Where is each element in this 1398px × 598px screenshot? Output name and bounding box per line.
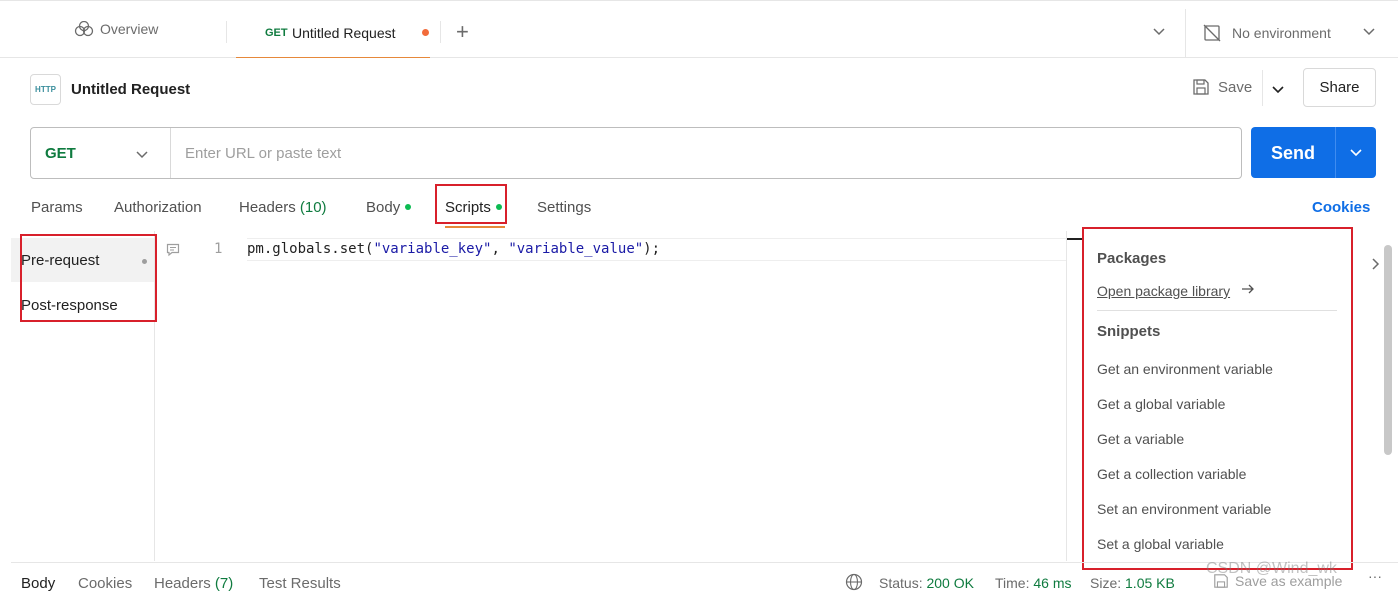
code-separator: , [491,241,509,257]
response-tab-body[interactable]: Body [21,575,55,592]
response-tab-headers[interactable]: Headers (7) [154,575,233,592]
no-environment-icon [1203,24,1221,42]
code-suffix: ); [643,241,661,257]
url-bar: GET [30,127,1242,179]
save-divider [1262,70,1263,106]
tab-body[interactable]: Body [366,199,412,216]
tabs-dropdown-icon[interactable] [1152,23,1166,39]
share-button[interactable]: Share [1303,68,1376,107]
response-bar: Body Cookies Headers (7) Test Results St… [11,562,1398,598]
url-input[interactable] [185,142,1185,164]
chevron-right-icon[interactable] [1371,257,1381,274]
response-size[interactable]: Size: 1.05 KB [1090,575,1175,591]
environment-label: No environment [1232,25,1331,41]
save-label: Save [1218,78,1253,96]
more-options-icon[interactable]: ··· [1368,568,1382,584]
status-value: 200 OK [926,575,974,591]
send-button[interactable]: Send [1251,127,1376,178]
cookies-link[interactable]: Cookies [1312,199,1370,216]
tab-overview-label: Overview [100,21,159,37]
code-arg-value: "variable_value" [508,241,644,257]
code-prefix: pm.globals.set( [247,241,374,257]
environment-selector[interactable]: No environment [1202,23,1331,43]
http-icon: HTTP [30,74,61,105]
tab-method: GET [265,27,288,39]
tab-divider [440,21,441,43]
response-tab-cookies[interactable]: Cookies [78,575,132,592]
send-label: Send [1271,143,1316,163]
tab-overview[interactable]: Overview [74,21,158,37]
tab-headers-label: Headers [239,199,296,216]
environment-dropdown-icon[interactable] [1362,23,1376,39]
code-line[interactable]: pm.globals.set("variable_key", "variable… [247,238,1067,261]
highlight-script-sidebar [20,234,157,322]
tab-bar: Overview GET Untitled Request + No envir… [0,0,1398,58]
time-label: Time: [995,575,1030,591]
tab-headers-count: (10) [299,199,327,216]
size-label: Size: [1090,575,1122,591]
response-tab-test-results[interactable]: Test Results [259,575,341,592]
line-number: 1 [214,241,223,257]
highlight-scripts-tab [435,184,507,224]
status-label: Status: [879,575,923,591]
tab-body-indicator [405,204,412,210]
tab-divider [226,21,227,43]
response-time[interactable]: Time: 46 ms [995,575,1072,591]
tab-untitled-request[interactable]: GET Untitled Request [236,1,430,58]
tab-body-label: Body [366,199,401,216]
send-divider [1335,127,1336,178]
tab-headers[interactable]: Headers (10) [239,199,327,216]
request-header: HTTP Untitled Request [30,74,190,105]
code-editor[interactable]: 1 pm.globals.set("variable_key", "variab… [156,231,1067,561]
send-dropdown-icon[interactable] [1349,144,1363,160]
highlight-snippets-panel [1082,227,1353,570]
watermark: CSDN @Wind_wk [1206,560,1337,577]
tab-name: Untitled Request [292,25,396,41]
size-value: 1.05 KB [1125,575,1175,591]
http-icon-text: HTTP [35,85,56,94]
new-tab-icon[interactable]: + [456,21,469,43]
save-button[interactable]: Save [1192,78,1252,96]
tab-authorization[interactable]: Authorization [114,199,202,216]
save-dropdown-icon[interactable] [1271,81,1285,97]
active-tab-underline [445,226,505,228]
request-title[interactable]: Untitled Request [71,81,190,98]
env-divider [1185,9,1186,57]
response-status[interactable]: Status: 200 OK [879,575,974,591]
method-selector[interactable]: GET [45,145,76,162]
tab-params[interactable]: Params [31,199,83,216]
overview-icon [74,21,94,37]
response-headers-count: (7) [214,575,234,592]
save-icon [1193,79,1209,95]
code-arg-key: "variable_key" [373,241,492,257]
comment-icon[interactable] [166,243,180,260]
method-divider [170,128,171,178]
tab-settings[interactable]: Settings [537,199,591,216]
method-dropdown-icon[interactable] [135,146,149,162]
globe-icon[interactable] [845,573,863,594]
response-headers-label: Headers [154,575,211,592]
time-value: 46 ms [1033,575,1072,591]
scrollbar-thumb[interactable] [1384,245,1392,455]
unsaved-dot [422,29,429,36]
